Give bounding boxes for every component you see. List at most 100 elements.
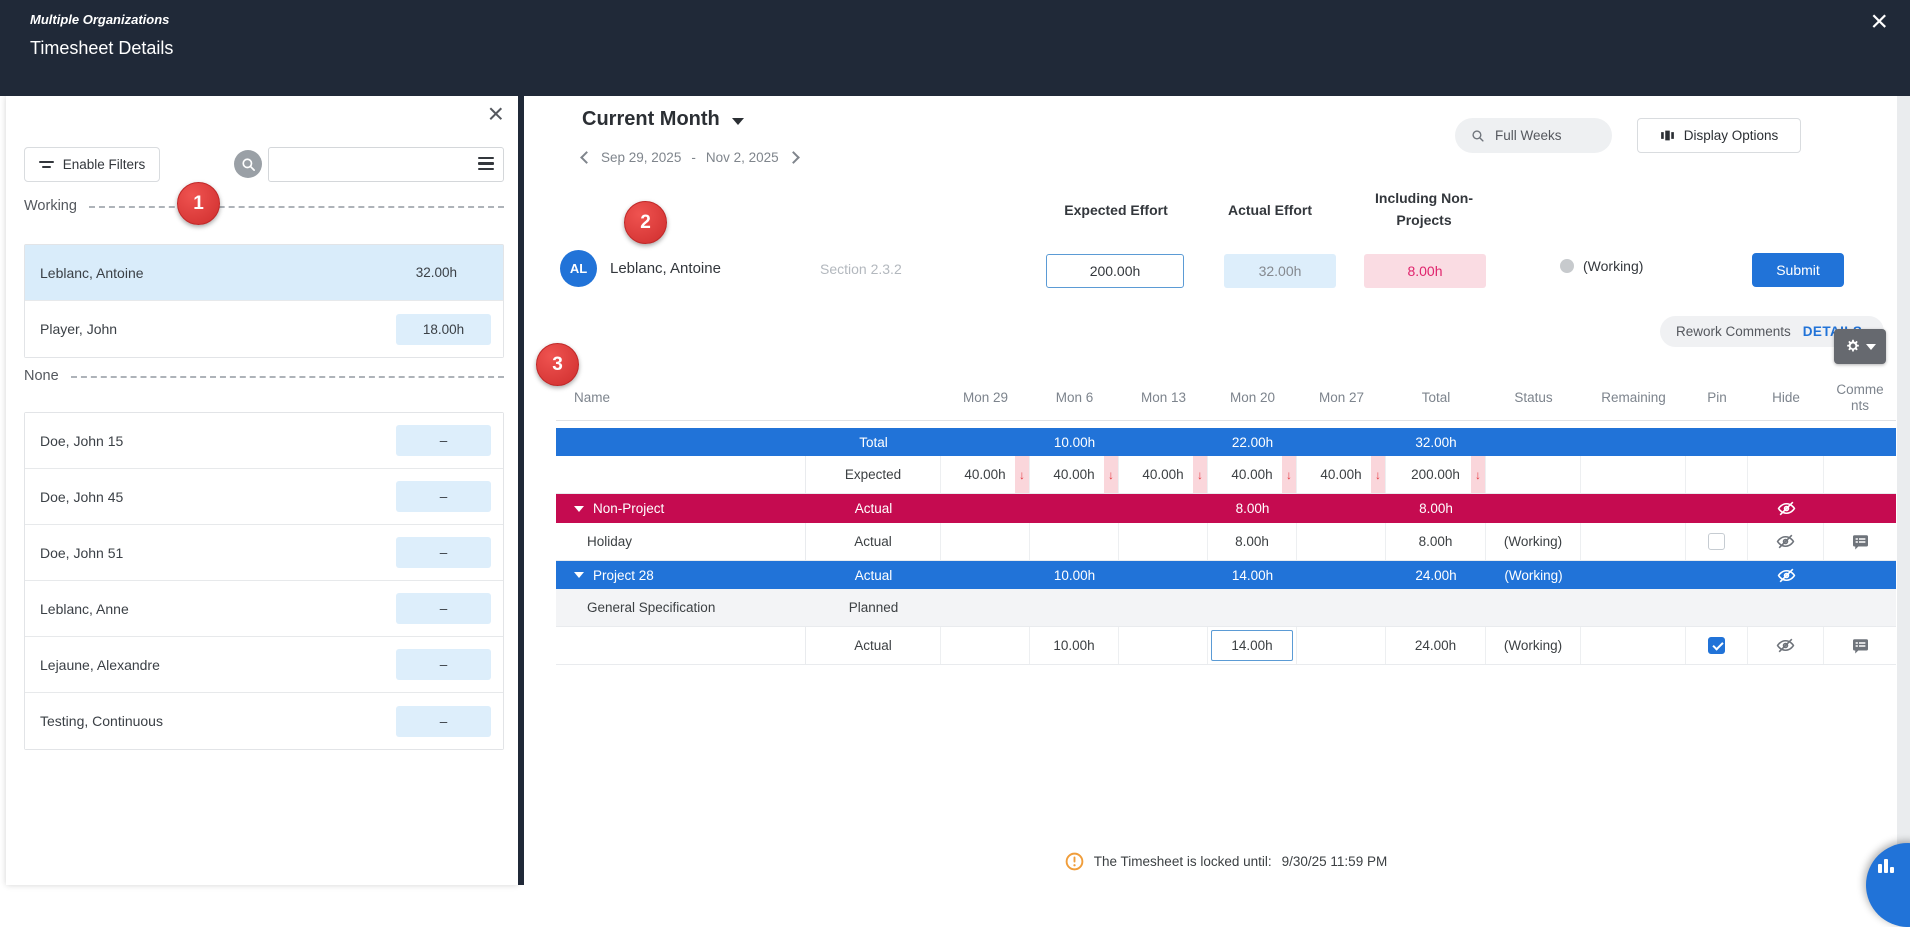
hide-eye-off-icon[interactable] — [1776, 636, 1795, 655]
rework-comments-label[interactable]: Rework Comments — [1676, 324, 1791, 339]
prev-period-icon[interactable] — [580, 151, 593, 164]
cell-mon13: 40.00h↓ — [1119, 456, 1208, 493]
next-period-icon[interactable] — [787, 151, 800, 164]
cell-status: (Working) — [1486, 627, 1581, 664]
full-weeks-search[interactable]: Full Weeks — [1455, 118, 1612, 153]
col-name: Name — [556, 375, 806, 420]
columns-icon — [1660, 128, 1675, 143]
cell-total: 8.00h — [1386, 523, 1486, 560]
panel-close-icon[interactable]: × — [488, 98, 504, 130]
list-item[interactable]: Doe, John 45 – — [25, 469, 503, 525]
period-range: Sep 29, 2025 - Nov 2, 2025 — [582, 150, 798, 165]
table-row-project28[interactable]: Project 28 Actual 10.00h 14.00h 24.00h (… — [556, 561, 1896, 589]
cell-mon6: 10.00h — [1030, 428, 1119, 456]
search-icon[interactable] — [234, 150, 262, 178]
comment-icon[interactable] — [1851, 637, 1870, 655]
resource-name: Leblanc, Antoine — [610, 260, 721, 277]
hide-eye-off-icon[interactable] — [1777, 499, 1796, 518]
filter-icon — [39, 161, 54, 168]
enable-filters-button[interactable]: Enable Filters — [24, 147, 160, 182]
bar-chart-icon — [1878, 859, 1894, 873]
col-remaining: Remaining — [1581, 375, 1686, 420]
row-label: Planned — [806, 589, 941, 626]
status-dot-icon — [1560, 259, 1574, 273]
list-item[interactable]: Leblanc, Antoine 32.00h — [25, 245, 503, 301]
list-item[interactable]: Lejaune, Alexandre – — [25, 637, 503, 693]
resource-search-input[interactable] — [277, 148, 467, 181]
list-item[interactable]: Testing, Continuous – — [25, 693, 503, 749]
nonprojects-header: Including Non- Projects — [1334, 188, 1514, 231]
expected-effort-header: Expected Effort — [1036, 202, 1196, 218]
col-mon6: Mon 6 — [1030, 375, 1119, 420]
right-gutter — [1897, 96, 1910, 885]
list-menu-icon[interactable] — [478, 157, 494, 173]
person-hours: – — [396, 649, 491, 680]
list-item[interactable]: Leblanc, Anne – — [25, 581, 503, 637]
org-context-label: Multiple Organizations — [30, 12, 169, 27]
under-capacity-icon: ↓ — [1104, 456, 1118, 493]
cell-status: (Working) — [1486, 561, 1581, 589]
window-header: Multiple Organizations Timesheet Details… — [0, 0, 1910, 96]
row-label: Actual — [806, 627, 941, 664]
table-row-expected: Expected 40.00h↓ 40.00h↓ 40.00h↓ 40.00h↓… — [556, 456, 1896, 494]
list-item[interactable]: Player, John 18.00h — [25, 301, 503, 357]
display-options-label: Display Options — [1684, 128, 1779, 143]
cell-mon20: 40.00h↓ — [1208, 456, 1297, 493]
cell-total: 32.00h — [1386, 428, 1486, 456]
pin-checkbox[interactable] — [1708, 637, 1725, 654]
resource-section: Section 2.3.2 — [820, 261, 902, 277]
hide-eye-off-icon[interactable] — [1777, 566, 1796, 585]
person-hours: – — [396, 425, 491, 456]
resource-status: (Working) — [1560, 258, 1643, 274]
window-title: Timesheet Details — [30, 38, 173, 59]
table-row-nonproject[interactable]: Non-Project Actual 8.00h 8.00h — [556, 494, 1896, 523]
resource-search-field[interactable] — [268, 147, 504, 182]
submit-button[interactable]: Submit — [1752, 253, 1844, 287]
cell-mon6[interactable]: 10.00h — [1030, 627, 1119, 664]
section-none-label: None — [24, 368, 59, 384]
period-start: Sep 29, 2025 — [601, 150, 681, 165]
period-selector[interactable]: Current Month — [582, 108, 744, 131]
cell-mon20[interactable]: 8.00h — [1208, 523, 1297, 560]
resources-panel: × Enable Filters Working Leblanc, Antoin… — [6, 96, 518, 885]
comment-icon[interactable] — [1851, 533, 1870, 551]
under-capacity-icon: ↓ — [1471, 456, 1485, 493]
person-name: Leblanc, Anne — [40, 601, 129, 617]
table-row-holiday[interactable]: Holiday Actual 8.00h 8.00h (Working) — [556, 523, 1896, 561]
table-row-general-specification-actual[interactable]: Actual 10.00h 14.00h 24.00h (Working) — [556, 627, 1896, 665]
person-name: Testing, Continuous — [40, 713, 163, 729]
col-status: Status — [1486, 375, 1581, 420]
collapse-icon[interactable] — [574, 572, 584, 578]
section-working-label: Working — [24, 198, 77, 214]
section-divider — [89, 206, 504, 208]
settings-menu-button[interactable] — [1834, 329, 1886, 364]
task-name: General Specification — [556, 589, 806, 626]
person-name: Lejaune, Alexandre — [40, 657, 160, 673]
cell-total: 8.00h — [1386, 494, 1486, 523]
close-icon[interactable]: × — [1870, 4, 1888, 40]
cell-mon20: 14.00h — [1208, 561, 1297, 589]
expected-effort-field[interactable]: 200.00h — [1046, 254, 1184, 288]
list-item[interactable]: Doe, John 15 – — [25, 413, 503, 469]
cell-total: 200.00h↓ — [1386, 456, 1486, 493]
callout-badge-2: 2 — [624, 201, 667, 244]
hide-eye-off-icon[interactable] — [1776, 532, 1795, 551]
col-type — [806, 375, 941, 420]
person-hours: – — [396, 706, 491, 737]
col-mon29: Mon 29 — [941, 375, 1030, 420]
pin-checkbox[interactable] — [1708, 533, 1725, 550]
row-label: Actual — [806, 523, 941, 560]
cell-mon6: 10.00h — [1030, 561, 1119, 589]
lock-date: 9/30/25 11:59 PM — [1282, 854, 1388, 869]
enable-filters-label: Enable Filters — [63, 157, 146, 172]
list-item[interactable]: Doe, John 51 – — [25, 525, 503, 581]
collapse-icon[interactable] — [574, 506, 584, 512]
group-name: Non-Project — [593, 501, 664, 516]
selected-time-cell[interactable]: 14.00h — [1211, 630, 1293, 661]
display-options-button[interactable]: Display Options — [1637, 118, 1801, 153]
person-hours: – — [396, 481, 491, 512]
person-name: Doe, John 45 — [40, 489, 123, 505]
table-row-general-specification-planned[interactable]: General Specification Planned — [556, 589, 1896, 627]
full-weeks-label: Full Weeks — [1495, 128, 1562, 143]
period-end: Nov 2, 2025 — [706, 150, 779, 165]
